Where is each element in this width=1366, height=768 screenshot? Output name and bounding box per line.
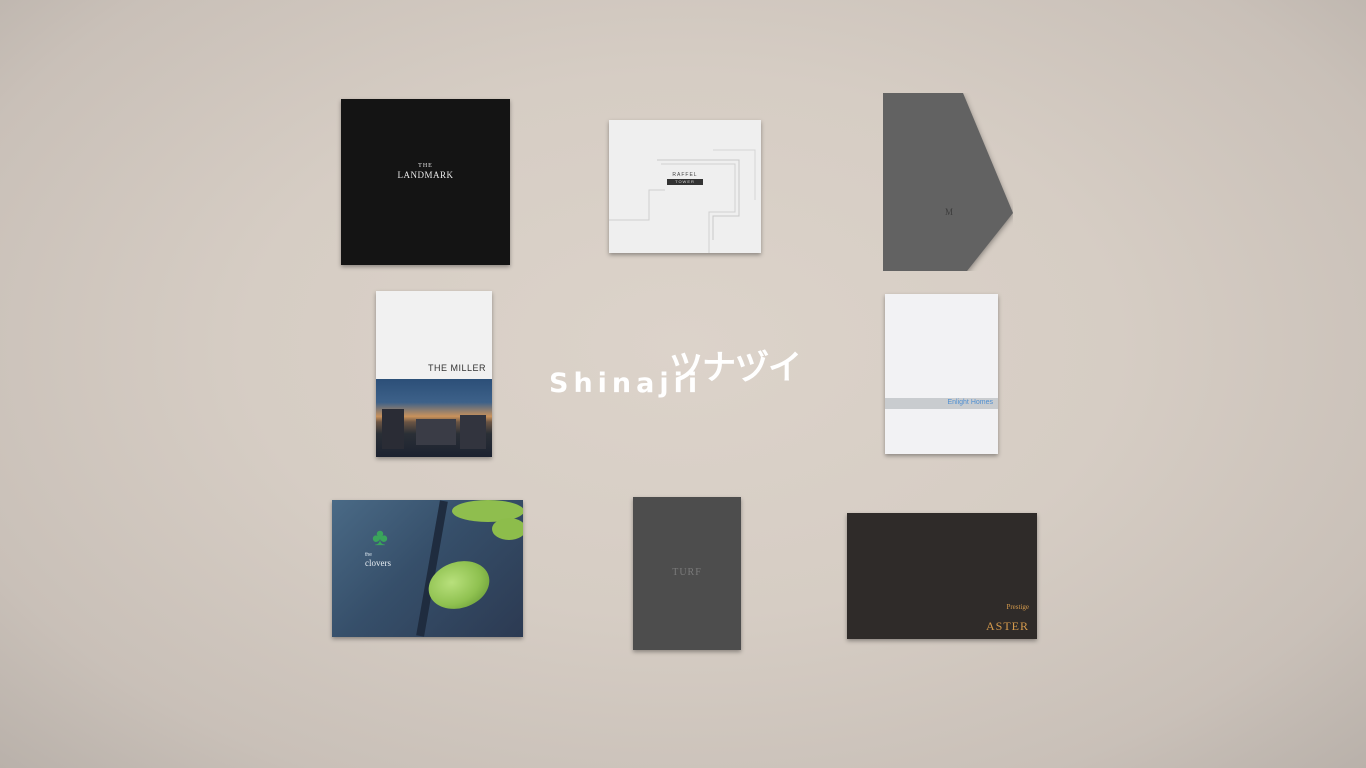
- landmark-line2: LANDMARK: [397, 170, 454, 180]
- miller-title: THE MILLER: [427, 363, 486, 373]
- aster-line1: Prestige: [1006, 603, 1029, 611]
- miller-building: [460, 415, 486, 449]
- brochure-miller: THE MILLER: [376, 291, 492, 457]
- brand-logo: ツナヅイ Shinajii: [545, 340, 835, 410]
- brochure-enlight: Enlight Homes: [885, 294, 998, 454]
- clovers-line2: clovers: [365, 558, 391, 568]
- landmark-line1: THE: [418, 163, 433, 169]
- clover-icon: ♣: [372, 524, 388, 551]
- brochure-landmark: THE LANDMARK: [341, 99, 510, 265]
- svg-text:M: M: [945, 207, 953, 217]
- raffel-line-pattern: [609, 149, 756, 253]
- raffel-line1: RAFFEL: [672, 172, 698, 178]
- brochure-clovers: ♣ the clovers: [332, 500, 523, 637]
- turf-title: TURF: [672, 567, 702, 578]
- brochure-turf: TURF: [633, 497, 741, 650]
- miller-building: [382, 409, 404, 449]
- clovers-leaf: [492, 518, 523, 540]
- enlight-title: Enlight Homes: [947, 399, 993, 406]
- brochure-grey-hexagon: M: [883, 93, 1013, 271]
- raffel-line2: TOWER: [667, 179, 703, 185]
- logo-english-text: Shinajii: [549, 368, 703, 399]
- brochure-aster: Prestige ASTER: [847, 513, 1037, 639]
- brochure-raffel: RAFFEL TOWER: [609, 120, 761, 253]
- aster-line2: ASTER: [985, 619, 1029, 633]
- miller-building: [416, 419, 456, 445]
